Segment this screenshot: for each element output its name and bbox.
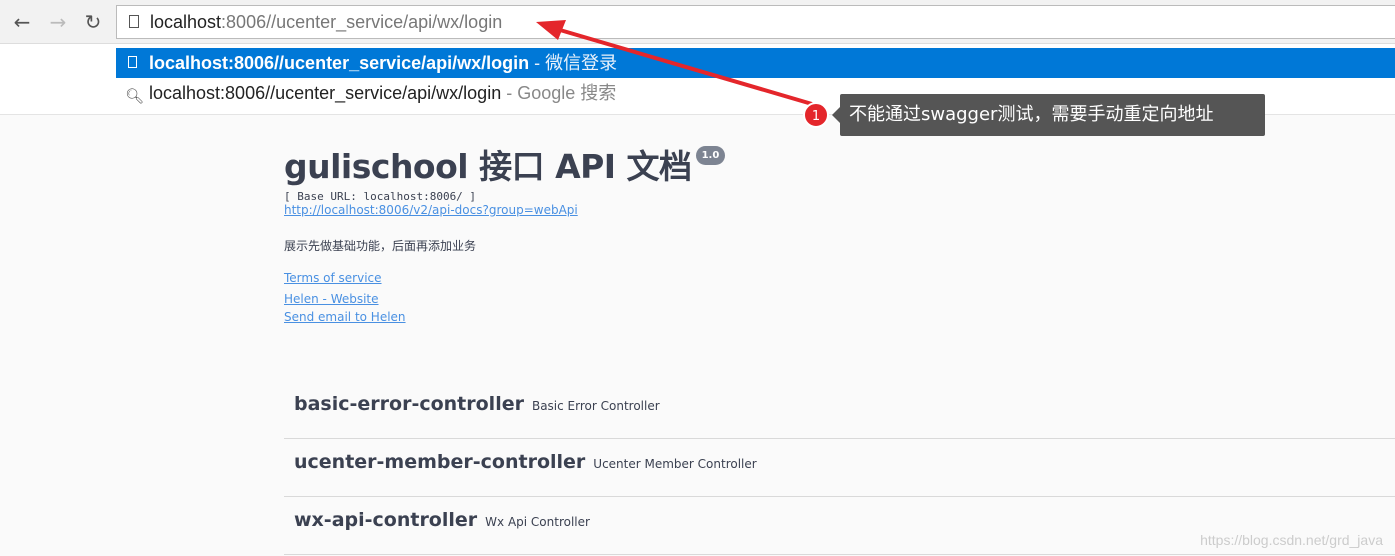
watermark: https://blog.csdn.net/grd_java bbox=[1200, 532, 1383, 548]
annotation-number: 1 bbox=[803, 102, 829, 128]
annotation-arrow bbox=[536, 20, 813, 106]
annotation-callout: 不能通过swagger测试，需要手动重定向地址 bbox=[832, 94, 1265, 136]
